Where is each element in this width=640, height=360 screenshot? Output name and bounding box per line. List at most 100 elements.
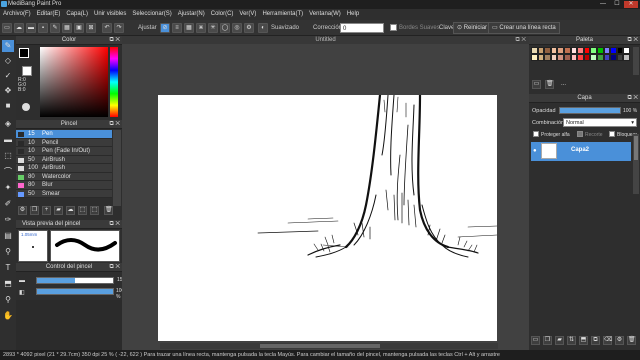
popout-icon[interactable]: ⧉ ✕ — [109, 120, 120, 129]
palette-swatch[interactable] — [597, 47, 604, 54]
undo-icon[interactable]: ↶ — [102, 23, 112, 33]
operation-tool-icon[interactable]: ⬒ — [2, 278, 14, 290]
drawing-canvas[interactable] — [158, 93, 498, 341]
eraser-tool-icon[interactable]: ◇ — [2, 55, 14, 67]
menu-help[interactable]: Help — [344, 9, 362, 20]
eyedropper-tool-icon[interactable]: ⚲ — [2, 246, 14, 258]
save-icon[interactable]: ▪ — [38, 23, 48, 33]
clip-checkbox[interactable] — [577, 131, 583, 137]
popout-icon[interactable]: ⧉ ✕ — [109, 220, 120, 229]
palette-swatch[interactable] — [603, 47, 611, 54]
brush-add-icon[interactable]: + — [42, 206, 51, 215]
grid-icon[interactable]: ▦ — [62, 23, 72, 33]
brush-item[interactable]: 50 AirBrush — [16, 155, 112, 164]
minimize-button[interactable]: — — [596, 1, 610, 8]
palette-swatch[interactable] — [557, 47, 564, 54]
select-eraser-icon[interactable]: ✑ — [2, 214, 14, 226]
brush-item[interactable]: 15 Pen — [16, 130, 112, 139]
chat-icon[interactable]: ▬ — [26, 23, 36, 33]
divide-tool-icon[interactable]: ▤ — [2, 230, 14, 242]
brush-item[interactable]: 10 Pencil — [16, 138, 112, 147]
popout-icon[interactable]: ⧉ ✕ — [627, 36, 638, 45]
hue-slider[interactable] — [110, 47, 118, 117]
brush-icon[interactable]: ✎ — [50, 23, 60, 33]
size-slider[interactable] — [36, 277, 114, 284]
palette-swatch[interactable] — [610, 54, 617, 61]
deselect-icon[interactable]: ⊠ — [86, 23, 96, 33]
brush-import-icon[interactable]: ⬚ — [78, 206, 87, 215]
palette-more[interactable]: ... — [561, 81, 566, 87]
palette-swatch[interactable] — [531, 54, 538, 61]
menu-ventana[interactable]: Ventana(W) — [306, 9, 344, 20]
protect-alpha-checkbox[interactable] — [533, 131, 539, 137]
snap-radial-icon[interactable]: ✳ — [208, 23, 218, 33]
popout-icon[interactable]: ⧉ ✕ — [109, 263, 120, 272]
lock-checkbox[interactable] — [609, 131, 615, 137]
brush-cloud-icon[interactable]: ☁ — [66, 206, 75, 215]
brush-delete-icon[interactable]: 🗑 — [104, 206, 113, 215]
brush-tool-icon[interactable]: ✎ — [2, 40, 14, 52]
palette-swatch[interactable] — [537, 47, 545, 54]
palette-swatch[interactable] — [623, 54, 630, 61]
palette-swatch[interactable] — [564, 54, 571, 61]
crear-linea-button[interactable]: ▭ Crear una línea recta — [488, 22, 560, 34]
zoom-tool-icon[interactable]: ⚲ — [2, 294, 14, 306]
select-tool-icon[interactable]: ⬚ — [2, 150, 14, 162]
menu-color[interactable]: Color(C) — [208, 9, 237, 20]
select-pen-icon[interactable]: ✐ — [2, 198, 14, 210]
maximize-button[interactable]: ☐ — [610, 1, 624, 8]
redo-icon[interactable]: ↷ — [114, 23, 124, 33]
brush-folder-icon[interactable]: ▰ — [54, 206, 63, 215]
layer-opacity-slider[interactable] — [559, 107, 621, 114]
brush-settings-icon[interactable]: ⚙ — [18, 206, 27, 215]
palette-swatch[interactable] — [577, 54, 584, 61]
saturation-value-picker[interactable] — [40, 47, 108, 117]
snap-circle-icon[interactable]: ◯ — [220, 23, 230, 33]
layer-move-icon[interactable]: ⇅ — [567, 336, 576, 345]
layer-scrollbar[interactable] — [633, 134, 639, 194]
brush-item[interactable]: 10 Pen (Fade In/Out) — [16, 147, 112, 156]
palette-swatch[interactable] — [603, 54, 611, 61]
palette-swatch[interactable] — [531, 47, 538, 54]
popout-icon[interactable]: ⧉ ✕ — [627, 94, 638, 103]
canvas-close-icon[interactable]: ⧉ ✕ — [515, 36, 526, 44]
new-folder-icon[interactable]: ▰ — [555, 336, 564, 345]
brush-item[interactable]: 100 AirBrush — [16, 164, 112, 173]
eye-icon[interactable]: ● — [533, 148, 539, 154]
snap-curve-icon[interactable]: ◎ — [232, 23, 242, 33]
palette-swatch[interactable] — [544, 47, 551, 54]
palette-swatch[interactable] — [583, 47, 591, 54]
palette-swatch[interactable] — [590, 54, 597, 61]
foreground-color-swatch[interactable] — [19, 48, 29, 58]
brush-export-icon[interactable]: ⬚ — [90, 206, 99, 215]
close-button[interactable]: ✕ — [624, 1, 638, 8]
palette-swatch[interactable] — [544, 54, 551, 61]
correction-select[interactable]: 0 — [340, 23, 384, 33]
bordes-suaves-checkbox[interactable] — [390, 24, 397, 31]
open-cloud-icon[interactable]: ☁ — [14, 23, 24, 33]
palette-swatch[interactable] — [623, 47, 630, 54]
shape-tool-icon[interactable]: ■ — [2, 100, 14, 112]
brush-opacity-slider[interactable] — [36, 288, 114, 295]
snap-vanish-icon[interactable]: ⋇ — [196, 23, 206, 33]
canvas-horizontal-scrollbar[interactable] — [160, 343, 498, 349]
blend-select[interactable]: Normal ▾ — [563, 118, 637, 127]
gradient-tool-icon[interactable]: ▬ — [2, 134, 14, 146]
palette-new-icon[interactable]: ▭ — [532, 80, 541, 89]
popout-icon[interactable]: ⧉ ✕ — [109, 36, 120, 45]
palette-swatch[interactable] — [597, 54, 604, 61]
palette-swatch[interactable] — [550, 54, 558, 61]
background-color-swatch[interactable] — [22, 66, 32, 76]
hand-tool-icon[interactable]: ✋ — [2, 310, 14, 322]
palette-swatch[interactable] — [610, 47, 617, 54]
menu-editar[interactable]: Editar(E) — [34, 9, 64, 20]
new-file-icon[interactable]: ▭ — [2, 23, 12, 33]
palette-swatch[interactable] — [570, 54, 578, 61]
palette-swatch[interactable] — [616, 47, 624, 54]
color-wheel-icon[interactable] — [22, 103, 30, 111]
reiniciar-button[interactable]: ⊙ Reiniciar — [453, 22, 492, 34]
layer-duplicate-icon[interactable]: ⧉ — [591, 336, 600, 345]
palette-swatch[interactable] — [570, 47, 578, 54]
menu-seleccionar[interactable]: Seleccionar(S) — [129, 9, 174, 20]
palette-swatch[interactable] — [590, 47, 597, 54]
